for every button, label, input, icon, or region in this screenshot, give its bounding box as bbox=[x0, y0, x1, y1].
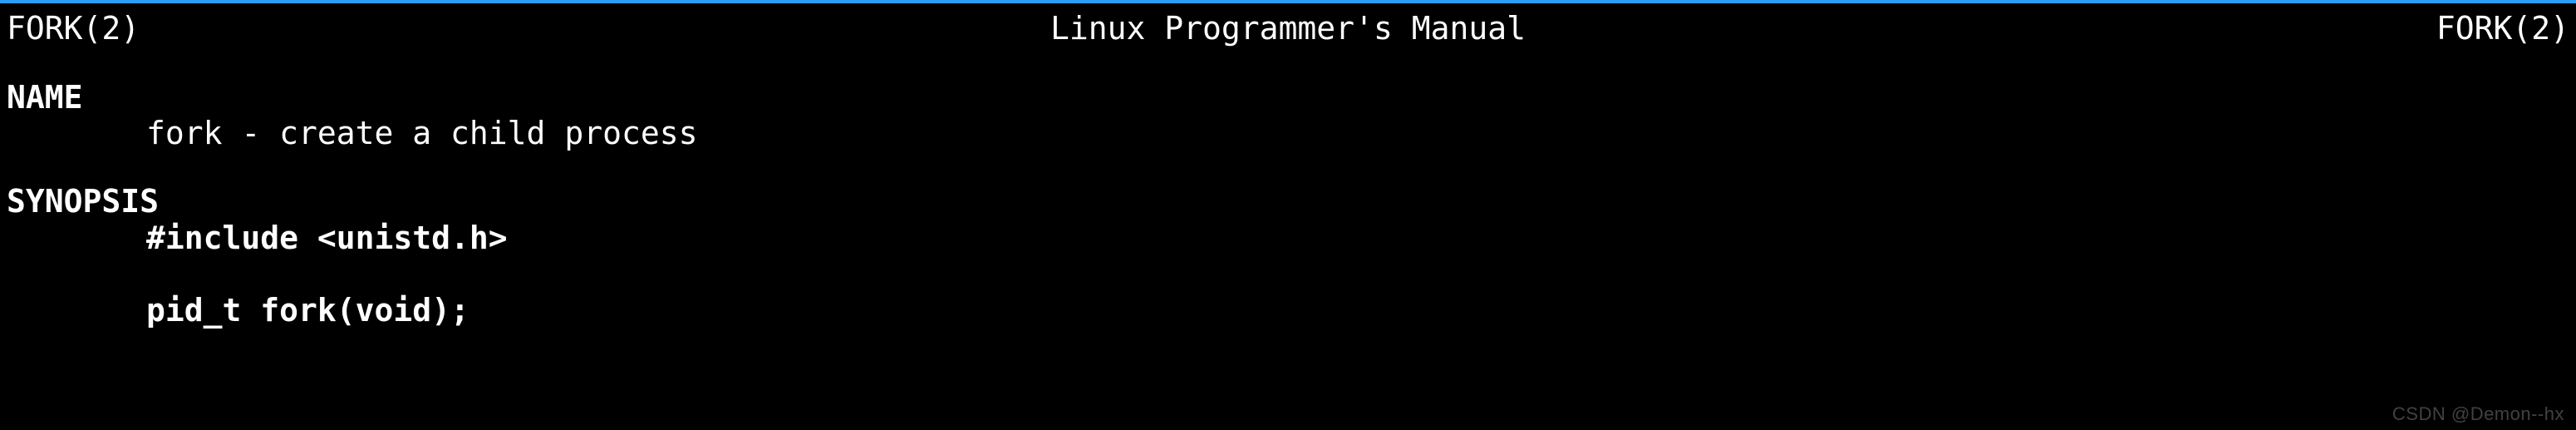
section-heading-synopsis: SYNOPSIS bbox=[7, 184, 2569, 220]
manpage-content: NAME fork - create a child process SYNOP… bbox=[0, 80, 2576, 329]
header-center-title: Linux Programmer's Manual bbox=[140, 10, 2436, 48]
section-heading-name: NAME bbox=[7, 80, 2569, 116]
blank-line bbox=[7, 256, 2569, 293]
header-right-title: FORK(2) bbox=[2436, 10, 2569, 48]
name-description: fork - create a child process bbox=[7, 116, 2569, 152]
header-left-title: FORK(2) bbox=[7, 10, 140, 48]
watermark-text: CSDN @Demon--hx bbox=[2392, 403, 2564, 425]
synopsis-prototype: pid_t fork(void); bbox=[7, 293, 2569, 329]
synopsis-include: #include <unistd.h> bbox=[7, 220, 2569, 257]
manpage-header: FORK(2) Linux Programmer's Manual FORK(2… bbox=[0, 3, 2576, 48]
